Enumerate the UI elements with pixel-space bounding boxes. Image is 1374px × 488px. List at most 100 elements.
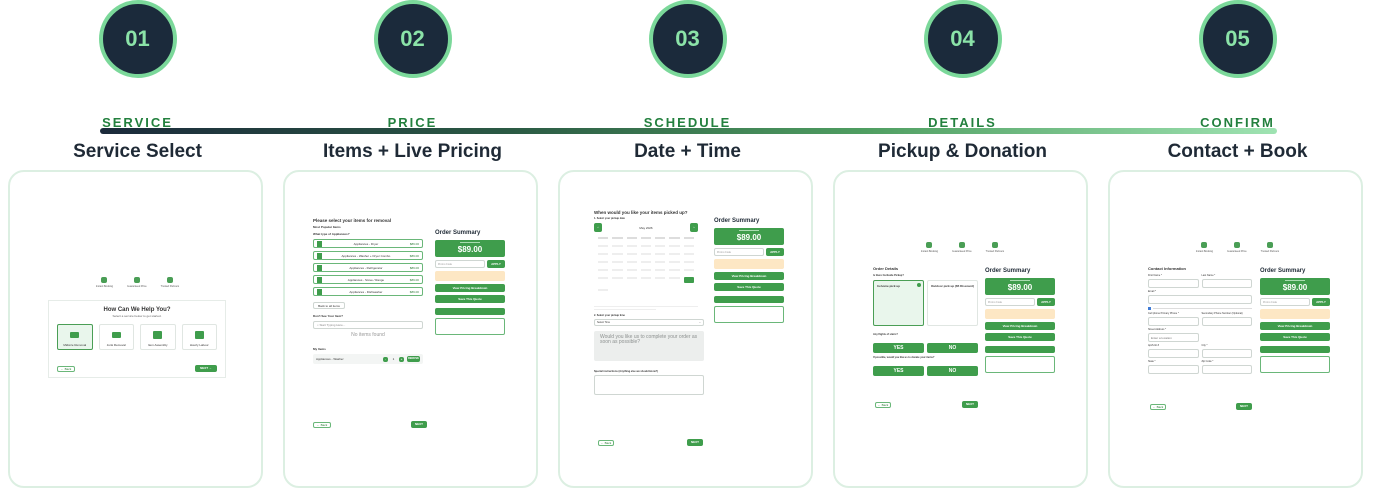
apply-promo-button[interactable]: APPLY	[766, 248, 784, 256]
save-quote-button[interactable]: Save This Quote	[714, 283, 784, 291]
donate-yes-button[interactable]: YES	[873, 366, 924, 376]
zip-input[interactable]	[1201, 365, 1252, 374]
phone-input[interactable]	[1148, 317, 1199, 326]
order-summary-title: Order Summary	[1260, 268, 1306, 274]
my-item-row: Appliances - Washer - 1 + REMOVE	[313, 354, 423, 364]
price-display: $89.00	[985, 278, 1055, 295]
phone2-input[interactable]	[1201, 317, 1252, 326]
guarantee-banner	[435, 308, 505, 315]
address-input[interactable]: Enter a location	[1148, 333, 1199, 342]
item-search-input[interactable]: ⌕ Start Typing Here...	[313, 321, 423, 329]
asap-panel[interactable]: Would you like us to complete your order…	[594, 331, 704, 361]
leaf-icon	[101, 277, 108, 283]
service-heading: How Can We Help You?	[103, 307, 171, 313]
item-row[interactable]: Appliances - Refrigerator $89.00	[313, 263, 423, 272]
in-home-pickup-option[interactable]: In-home pick up	[873, 280, 924, 326]
back-button[interactable]: ← Back	[313, 422, 331, 428]
step-label: PRICE	[387, 115, 438, 130]
ribbon-icon	[958, 242, 965, 248]
view-pricing-breakdown-button[interactable]: View Pricing Breakdown	[1260, 322, 1330, 330]
outdoor-pickup-option[interactable]: Outdoor pick up ($5 Discount)	[927, 280, 978, 326]
item-row[interactable]: Appliances - Dishwasher $89.00	[313, 287, 423, 296]
handshake-icon	[166, 277, 173, 283]
details-panel: Order Details Is there Curbside Pickup? …	[873, 264, 1055, 414]
phone2-label: Secondary Phone Number (Optional)	[1201, 312, 1243, 315]
no-items-text: No items found	[351, 332, 385, 338]
save-quote-button[interactable]: Save This Quote	[435, 295, 505, 303]
item-row[interactable]: Appliances - Dryer $89.00	[313, 239, 423, 248]
back-button[interactable]: ← Back	[57, 366, 75, 372]
view-pricing-breakdown-button[interactable]: View Pricing Breakdown	[714, 272, 784, 280]
order-summary: Order Summary $89.00 Promo Code APPLY Vie…	[985, 268, 1055, 373]
stairs-no-button[interactable]: NO	[927, 343, 978, 353]
item-row[interactable]: Appliances - Washer + Dryer Combo $89.00	[313, 251, 423, 260]
feature-instant-booking: Instant Booking	[921, 242, 938, 253]
apply-promo-button[interactable]: APPLY	[487, 260, 505, 268]
save-quote-button[interactable]: Save This Quote	[1260, 333, 1330, 341]
next-button[interactable]: NEXT	[1236, 403, 1252, 410]
dont-see-label: Don't See Your Item?	[313, 314, 343, 318]
first-name-input[interactable]	[1148, 279, 1199, 288]
promo-code-input[interactable]: Promo Code	[714, 248, 764, 256]
next-button[interactable]: NEXT	[411, 421, 427, 428]
address-label: Street Address *	[1148, 328, 1167, 331]
stairs-yes-button[interactable]: YES	[873, 343, 924, 353]
donation-banner	[435, 318, 505, 335]
item-row[interactable]: Appliances - Stove / Range $89.00	[313, 275, 423, 284]
next-button[interactable]: NEXT	[687, 439, 703, 446]
sms-consent[interactable]	[1148, 306, 1252, 310]
promo-code-input[interactable]: Promo Code	[435, 260, 485, 268]
order-summary: Order Summary $89.00 Promo Code APPLY Vie…	[435, 230, 505, 335]
service-option-midsize-removal[interactable]: Midsize Removal	[57, 324, 93, 350]
schedule-heading: When would you like your items picked up…	[594, 210, 688, 215]
step-number-badge: 04	[923, 0, 1002, 78]
city-input[interactable]	[1201, 349, 1252, 358]
service-option-item-assembly[interactable]: Item Assembly	[140, 324, 176, 350]
qty-value: 1	[392, 357, 395, 361]
decrease-qty-button[interactable]: -	[383, 356, 388, 362]
appliance-icon	[317, 252, 322, 259]
order-summary: Order Summary $89.00 Promo Code APPLY Vie…	[714, 218, 784, 323]
appliance-icon	[317, 240, 322, 247]
step-label: CONFIRM	[1200, 115, 1275, 130]
step-label: SCHEDULE	[643, 115, 732, 130]
price-display: $89.00	[1260, 278, 1330, 295]
step-number-badge: 02	[373, 0, 452, 78]
schedule-panel: When would you like your items picked up…	[594, 210, 786, 450]
next-button[interactable]: NEXT →	[195, 365, 217, 372]
special-instructions-label: Special instructions (Anything else we s…	[594, 370, 659, 373]
apply-promo-button[interactable]: APPLY	[1312, 298, 1330, 306]
last-name-input[interactable]	[1201, 279, 1252, 288]
email-input[interactable]	[1148, 295, 1252, 304]
back-to-all-items-button[interactable]: Back to all items	[313, 302, 345, 309]
back-button[interactable]: ← Back	[875, 402, 891, 408]
back-button[interactable]: ← Back	[1150, 404, 1166, 410]
feature-trusted-partners: Trusted Partners	[1261, 242, 1279, 253]
apt-input[interactable]	[1148, 349, 1199, 358]
zip-label: Zip Code *	[1201, 360, 1214, 363]
state-label: State *	[1148, 360, 1156, 363]
service-option-junk-removal[interactable]: Junk Removal	[98, 324, 134, 350]
promo-code-input[interactable]: Promo Code	[1260, 298, 1310, 306]
special-instructions-textarea[interactable]	[594, 375, 704, 395]
service-option-hourly-labour[interactable]: Hourly Labour	[181, 324, 217, 350]
calendar-grid[interactable]	[594, 237, 698, 291]
remove-item-button[interactable]: REMOVE	[407, 356, 420, 362]
back-button[interactable]: ← Back	[598, 440, 614, 446]
increase-qty-button[interactable]: +	[399, 356, 404, 362]
prev-month-button[interactable]: ‹	[594, 223, 602, 232]
promo-code-input[interactable]: Promo Code	[985, 298, 1035, 306]
state-input[interactable]	[1148, 365, 1199, 374]
next-month-button[interactable]: ›	[690, 223, 698, 232]
view-pricing-breakdown-button[interactable]: View Pricing Breakdown	[985, 322, 1055, 330]
apply-promo-button[interactable]: APPLY	[1037, 298, 1055, 306]
save-quote-button[interactable]: Save This Quote	[985, 333, 1055, 341]
next-button[interactable]: NEXT	[962, 401, 978, 408]
feature-instant-booking: Instant Booking	[1196, 242, 1213, 253]
view-pricing-breakdown-button[interactable]: View Pricing Breakdown	[435, 284, 505, 292]
donate-no-button[interactable]: NO	[927, 366, 978, 376]
my-items-label: My Items	[313, 347, 326, 351]
feature-guaranteed-price: Guaranteed Price	[1227, 242, 1247, 253]
price-display: $89.00	[714, 228, 784, 245]
time-select[interactable]: Select Time ⌄	[594, 319, 704, 326]
